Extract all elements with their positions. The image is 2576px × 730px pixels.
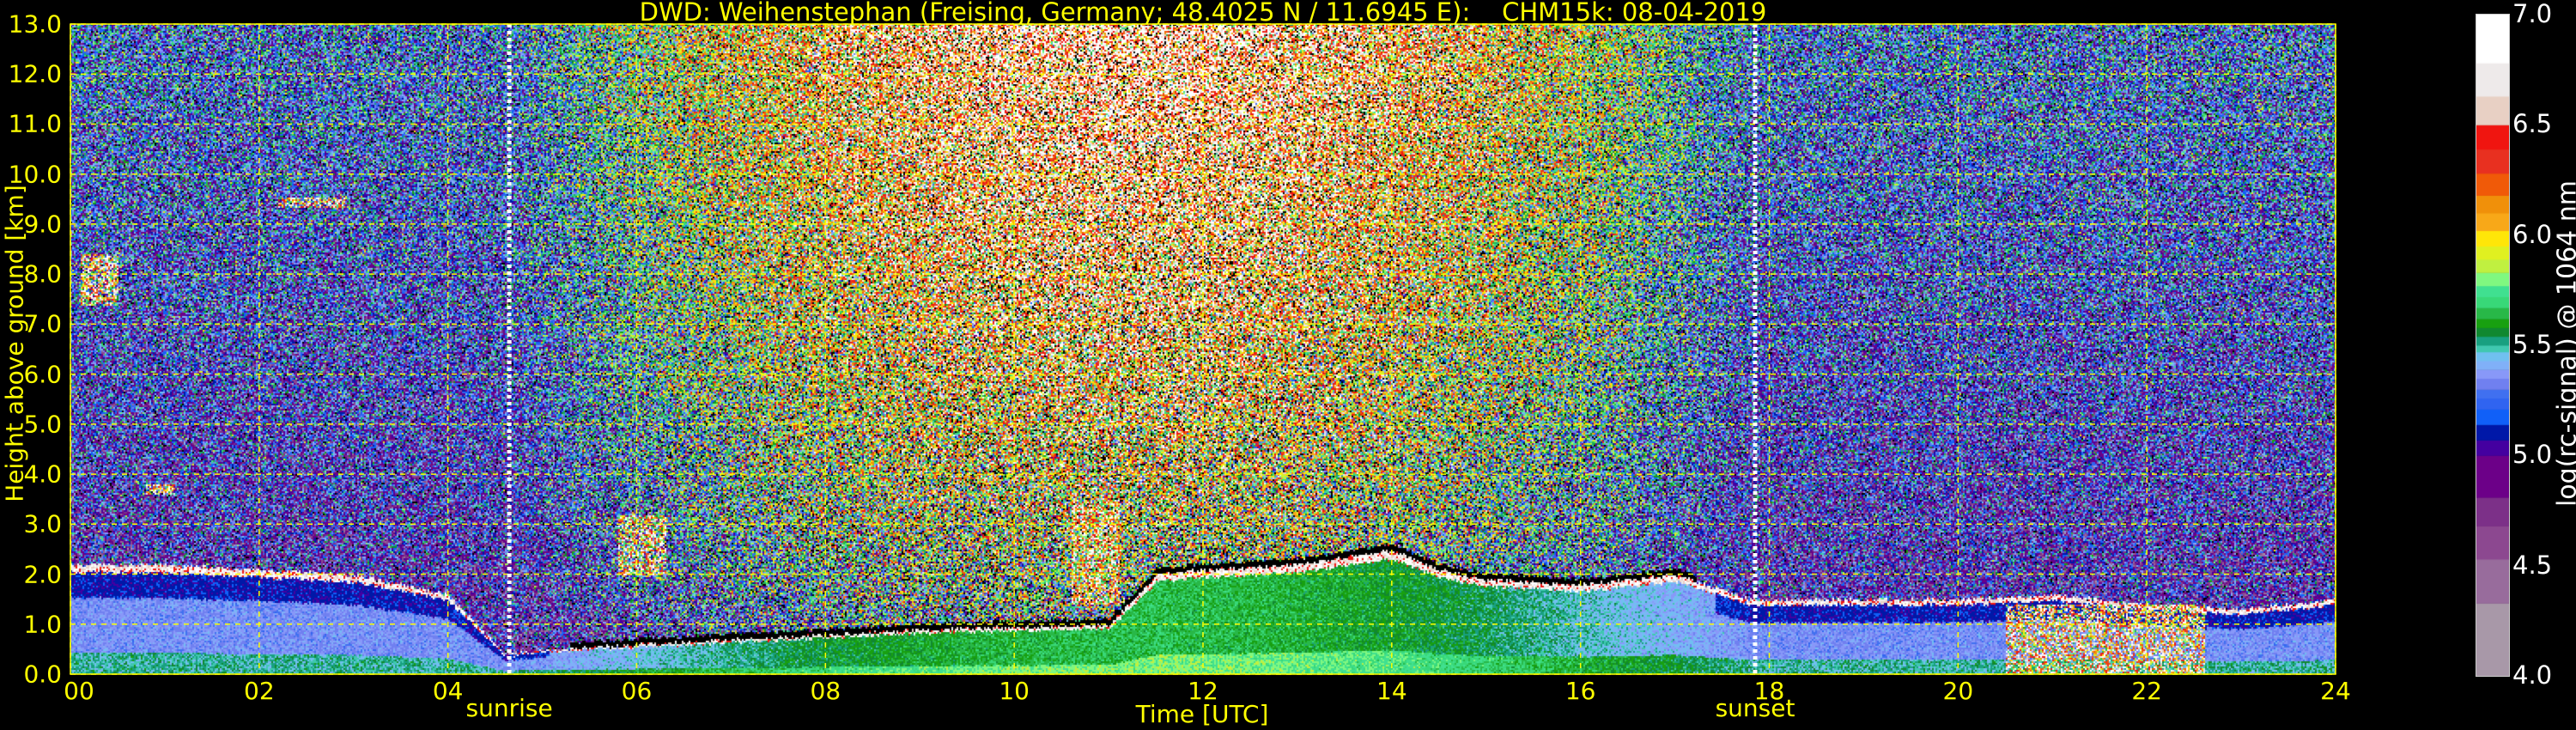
colorbar-label: log(rc-signal) @ 1064 nm	[2552, 179, 2576, 508]
y-tick-label: 11.0	[8, 109, 62, 138]
x-tick-label: 04	[432, 677, 464, 705]
y-tick-label: 0.0	[23, 660, 62, 689]
x-tick-label: 06	[621, 677, 653, 705]
y-tick-label: 13.0	[8, 9, 62, 39]
colorbar-tick-label: 7.0	[2512, 0, 2553, 28]
plot-area	[70, 23, 2336, 675]
colorbar-tick-label: 5.5	[2512, 330, 2553, 359]
x-tick-label: 00	[64, 677, 94, 705]
colorbar-tick-label: 5.0	[2512, 440, 2553, 470]
y-tick-label: 10.0	[8, 160, 62, 189]
x-axis-label: Time [UTC]	[1135, 700, 1269, 728]
x-tick-label: 22	[2131, 677, 2162, 705]
x-tick-label: 02	[244, 677, 275, 705]
x-tick-label: 14	[1376, 677, 1407, 705]
colorbar-tick-label: 6.0	[2512, 219, 2553, 249]
sunset-label: sunset	[1715, 694, 1795, 722]
colorbar	[2476, 14, 2510, 677]
y-axis-label: Height above ground [km]	[0, 185, 29, 502]
y-tick-label: 12.0	[8, 59, 62, 88]
y-tick-label: 2.0	[23, 560, 62, 589]
x-tick-label: 08	[810, 677, 841, 705]
x-tick-label: 16	[1564, 677, 1596, 705]
x-tick-label: 20	[1942, 677, 1974, 705]
colorbar-tick-label: 6.5	[2512, 109, 2553, 139]
colorbar-tick-label: 4.5	[2512, 550, 2553, 580]
colorbar-tick-label: 4.0	[2512, 660, 2553, 690]
sunrise-label: sunrise	[465, 694, 553, 722]
y-tick-label: 3.0	[23, 509, 62, 538]
grid-overlay	[70, 23, 2336, 675]
chart-title: DWD: Weihenstephan (Freising, Germany; 4…	[639, 0, 1767, 27]
x-tick-label: 10	[999, 677, 1030, 705]
x-tick-label: 24	[2320, 677, 2351, 705]
y-tick-label: 1.0	[23, 610, 62, 639]
